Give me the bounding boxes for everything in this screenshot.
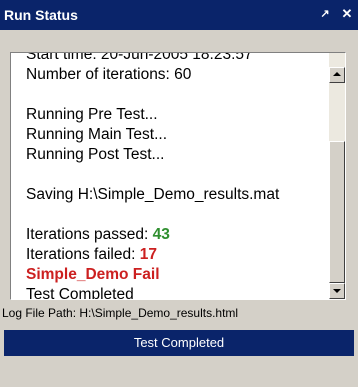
title-bar: Run Status ↗ ✕: [0, 0, 358, 30]
log-file-path: Log File Path: H:\Simple_Demo_results.ht…: [2, 306, 239, 320]
iterations-passed: Iterations passed: 43: [26, 225, 326, 245]
failed-label: Iterations failed:: [26, 246, 136, 263]
test-result: Simple_Demo Fail: [26, 266, 160, 283]
close-icon[interactable]: ✕: [338, 5, 356, 23]
log-line: Number of iterations: 60: [26, 66, 192, 83]
vertical-scrollbar[interactable]: [329, 53, 345, 299]
failed-count: 17: [139, 246, 157, 263]
log-line: Running Pre Test...: [26, 106, 158, 123]
passed-count: 43: [152, 226, 170, 243]
log-line: Running Main Test...: [26, 126, 168, 143]
scroll-thumb[interactable]: [329, 141, 345, 283]
completed-line: Test Completed: [26, 286, 134, 300]
log-panel[interactable]: Start time: 20-Jun-2005 18:23:57 Number …: [10, 52, 346, 300]
window-title: Run Status: [4, 7, 78, 23]
log-line: Start time: 20-Jun-2005 18:23:57: [26, 52, 253, 63]
iterations-failed: Iterations failed: 17: [26, 245, 326, 265]
toolbar-area: [0, 30, 358, 52]
log-line: Running Post Test...: [26, 146, 165, 163]
passed-label: Iterations passed:: [26, 226, 149, 243]
arrow-down-icon: [333, 289, 341, 293]
log-text: Start time: 20-Jun-2005 18:23:57 Number …: [26, 52, 326, 300]
log-line: Saving H:\Simple_Demo_results.mat: [26, 186, 280, 203]
scroll-down-button[interactable]: [329, 283, 345, 299]
status-bar: Test Completed: [4, 330, 354, 356]
scroll-up-button[interactable]: [329, 67, 345, 83]
arrow-up-icon: [333, 72, 341, 76]
pin-icon[interactable]: ↗: [316, 5, 334, 23]
